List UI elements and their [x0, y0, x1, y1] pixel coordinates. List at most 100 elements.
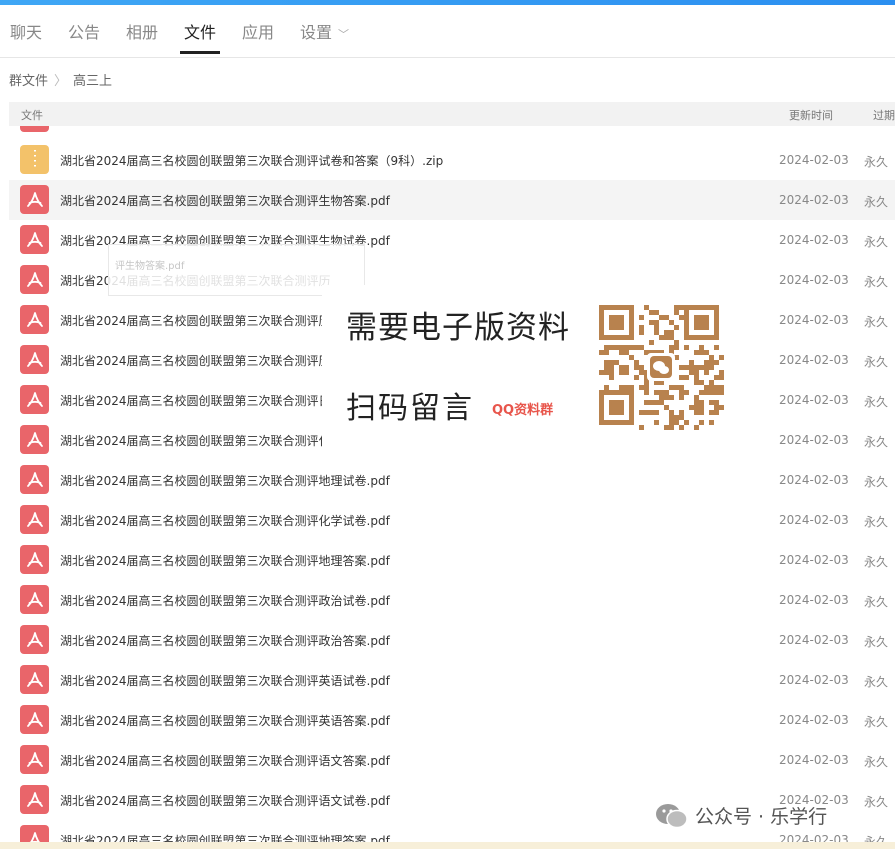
qr-code — [599, 305, 724, 430]
tab-settings-label: 设置 — [300, 23, 333, 42]
file-date: 2024-02-03 — [779, 513, 849, 527]
file-name[interactable]: 湖北省2024届高三名校圆创联盟第三次联合测评语文答案.pdf — [60, 752, 390, 769]
table-row[interactable]: 湖北省2024届高三名校圆创联盟第三次联合测评语文答案.pdf 2024-02-0… — [9, 740, 895, 780]
zip-icon — [20, 145, 49, 174]
file-name[interactable]: 湖北省2024届高三名校圆创联盟第三次联合测评历 — [60, 312, 331, 329]
file-date: 2024-02-03 — [779, 233, 849, 247]
file-name[interactable]: 湖北省2024届高三名校圆创联盟第三次联合测评生物答案.pdf — [60, 192, 390, 209]
pdf-icon — [20, 785, 49, 814]
file-name[interactable]: 湖北省2024届高三名校圆创联盟第三次联合测评政治答案.pdf — [60, 632, 390, 649]
file-date: 2024-02-03 — [779, 393, 849, 407]
file-name[interactable]: 湖北省2024届高三名校圆创联盟第三次联合测评语文试卷.pdf — [60, 792, 390, 809]
pdf-icon — [20, 585, 49, 614]
tab-settings[interactable]: 设置 ﹀ — [300, 19, 349, 43]
pdf-icon — [20, 425, 49, 454]
file-date: 2024-02-03 — [779, 433, 849, 447]
file-date: 2024-02-03 — [779, 313, 849, 327]
pdf-icon — [20, 705, 49, 734]
file-date: 2024-02-03 — [779, 473, 849, 487]
file-list[interactable]: 永久 湖北省2024届高三名校圆创联盟第三次联合测评试卷和答案（9科）.zip 2… — [9, 126, 895, 849]
pdf-icon — [20, 465, 49, 494]
file-expiry: 永久 — [864, 315, 889, 329]
column-updated[interactable]: 更新时间 — [789, 107, 833, 123]
file-date: 2024-02-03 — [779, 713, 849, 727]
table-row[interactable]: 湖北省2024届高三名校圆创联盟第三次联合测评试卷和答案（9科）.zip 2024… — [9, 140, 895, 180]
file-name[interactable]: 湖北省2024届高三名校圆创联盟第三次联合测评化 — [60, 432, 331, 449]
breadcrumb-separator-icon: 〉 — [54, 74, 68, 89]
file-date: 2024-02-03 — [779, 193, 849, 207]
file-expiry: 永久 — [864, 515, 889, 529]
table-row-partial[interactable]: 永久 — [9, 126, 895, 138]
file-name[interactable]: 湖北省2024届高三名校圆创联盟第三次联合测评地理试卷.pdf — [60, 472, 390, 489]
file-expiry: 永久 — [864, 355, 889, 369]
file-date: 2024-02-03 — [779, 633, 849, 647]
table-row[interactable]: 湖北省2024届高三名校圆创联盟第三次联合测评政治答案.pdf 2024-02-0… — [9, 620, 895, 660]
table-row[interactable]: 湖北省2024届高三名校圆创联盟第三次联合测评化学试卷.pdf 2024-02-0… — [9, 500, 895, 540]
file-expiry: 永久 — [864, 435, 889, 449]
pdf-icon — [20, 545, 49, 574]
pdf-icon — [20, 126, 49, 132]
promo-line-2: 扫码留言 — [346, 391, 474, 426]
promo-overlay: 需要电子版资料 扫码留言 QQ资料群 — [322, 285, 737, 455]
file-expiry: 永久 — [864, 555, 889, 569]
file-date: 2024-02-03 — [779, 593, 849, 607]
pdf-icon — [20, 745, 49, 774]
file-expiry: 永久 — [864, 675, 889, 689]
breadcrumb-root[interactable]: 群文件 — [9, 74, 48, 89]
pdf-icon — [20, 265, 49, 294]
table-row[interactable]: 湖北省2024届高三名校圆创联盟第三次联合测评地理试卷.pdf 2024-02-0… — [9, 460, 895, 500]
file-expiry: 永久 — [864, 155, 889, 169]
breadcrumb: 群文件〉高三上 — [9, 70, 112, 89]
file-name[interactable]: 湖北省2024届高三名校圆创联盟第三次联合测评政治试卷.pdf — [60, 592, 390, 609]
file-date: 2024-02-03 — [779, 353, 849, 367]
promo-line-1: 需要电子版资料 — [346, 310, 570, 346]
pdf-icon — [20, 185, 49, 214]
watermark-text: 公众号 · 乐学行 — [695, 806, 828, 828]
table-row[interactable]: 湖北省2024届高三名校圆创联盟第三次联合测评生物答案.pdf 2024-02-0… — [9, 180, 895, 220]
wechat-icon — [656, 804, 688, 829]
tooltip-text: 评生物答案.pdf — [115, 261, 185, 272]
pdf-icon — [20, 625, 49, 654]
file-name[interactable]: 湖北省2024届高三名校圆创联盟第三次联合测评历 — [60, 352, 331, 369]
file-name[interactable]: 湖北省2024届高三名校圆创联盟第三次联合测评化学试卷.pdf — [60, 512, 390, 529]
file-name[interactable]: 湖北省2024届高三名校圆创联盟第三次联合测评日 — [60, 392, 331, 409]
promo-badge: QQ资料群 — [492, 403, 554, 418]
file-name[interactable]: 湖北省2024届高三名校圆创联盟第三次联合测评试卷和答案（9科）.zip — [60, 152, 443, 169]
pdf-icon — [20, 665, 49, 694]
tab-notice[interactable]: 公告 — [68, 19, 100, 43]
watermark: 公众号 · 乐学行 — [655, 800, 895, 830]
file-name[interactable]: 湖北省2024届高三名校圆创联盟第三次联合测评英语试卷.pdf — [60, 672, 390, 689]
file-name[interactable]: 湖北省2024届高三名校圆创联盟第三次联合测评英语答案.pdf — [60, 712, 390, 729]
pdf-icon — [20, 345, 49, 374]
column-expiry[interactable]: 过期 — [873, 107, 895, 123]
tab-album[interactable]: 相册 — [126, 19, 158, 43]
pdf-icon — [20, 385, 49, 414]
tab-files[interactable]: 文件 — [184, 19, 216, 43]
tab-bar: 聊天 公告 相册 文件 应用 设置 ﹀ — [0, 5, 895, 58]
table-row[interactable]: 湖北省2024届高三名校圆创联盟第三次联合测评地理答案.pdf 2024-02-0… — [9, 540, 895, 580]
chevron-down-icon: ﹀ — [338, 28, 350, 41]
table-row[interactable]: 湖北省2024届高三名校圆创联盟第三次联合测评英语答案.pdf 2024-02-0… — [9, 700, 895, 740]
file-expiry: 永久 — [864, 126, 888, 128]
file-date: 2024-02-03 — [779, 553, 849, 567]
pdf-icon — [20, 505, 49, 534]
file-date: 2024-02-03 — [779, 273, 849, 287]
pdf-icon — [20, 225, 49, 254]
tab-chat[interactable]: 聊天 — [10, 19, 42, 43]
file-expiry: 永久 — [864, 235, 889, 249]
file-expiry: 永久 — [864, 475, 889, 489]
file-expiry: 永久 — [864, 595, 889, 609]
column-file[interactable]: 文件 — [21, 107, 43, 123]
active-tab-indicator — [180, 51, 220, 54]
file-date: 2024-02-03 — [779, 753, 849, 767]
file-expiry: 永久 — [864, 755, 889, 769]
table-row[interactable]: 湖北省2024届高三名校圆创联盟第三次联合测评政治试卷.pdf 2024-02-0… — [9, 580, 895, 620]
file-expiry: 永久 — [864, 195, 889, 209]
file-expiry: 永久 — [864, 715, 889, 729]
file-name[interactable]: 湖北省2024届高三名校圆创联盟第三次联合测评地理答案.pdf — [60, 552, 390, 569]
tab-apps[interactable]: 应用 — [242, 19, 274, 43]
column-header: 文件 更新时间 过期 — [9, 102, 895, 126]
table-row[interactable]: 湖北省2024届高三名校圆创联盟第三次联合测评英语试卷.pdf 2024-02-0… — [9, 660, 895, 700]
file-expiry: 永久 — [864, 395, 889, 409]
pdf-icon — [20, 305, 49, 334]
